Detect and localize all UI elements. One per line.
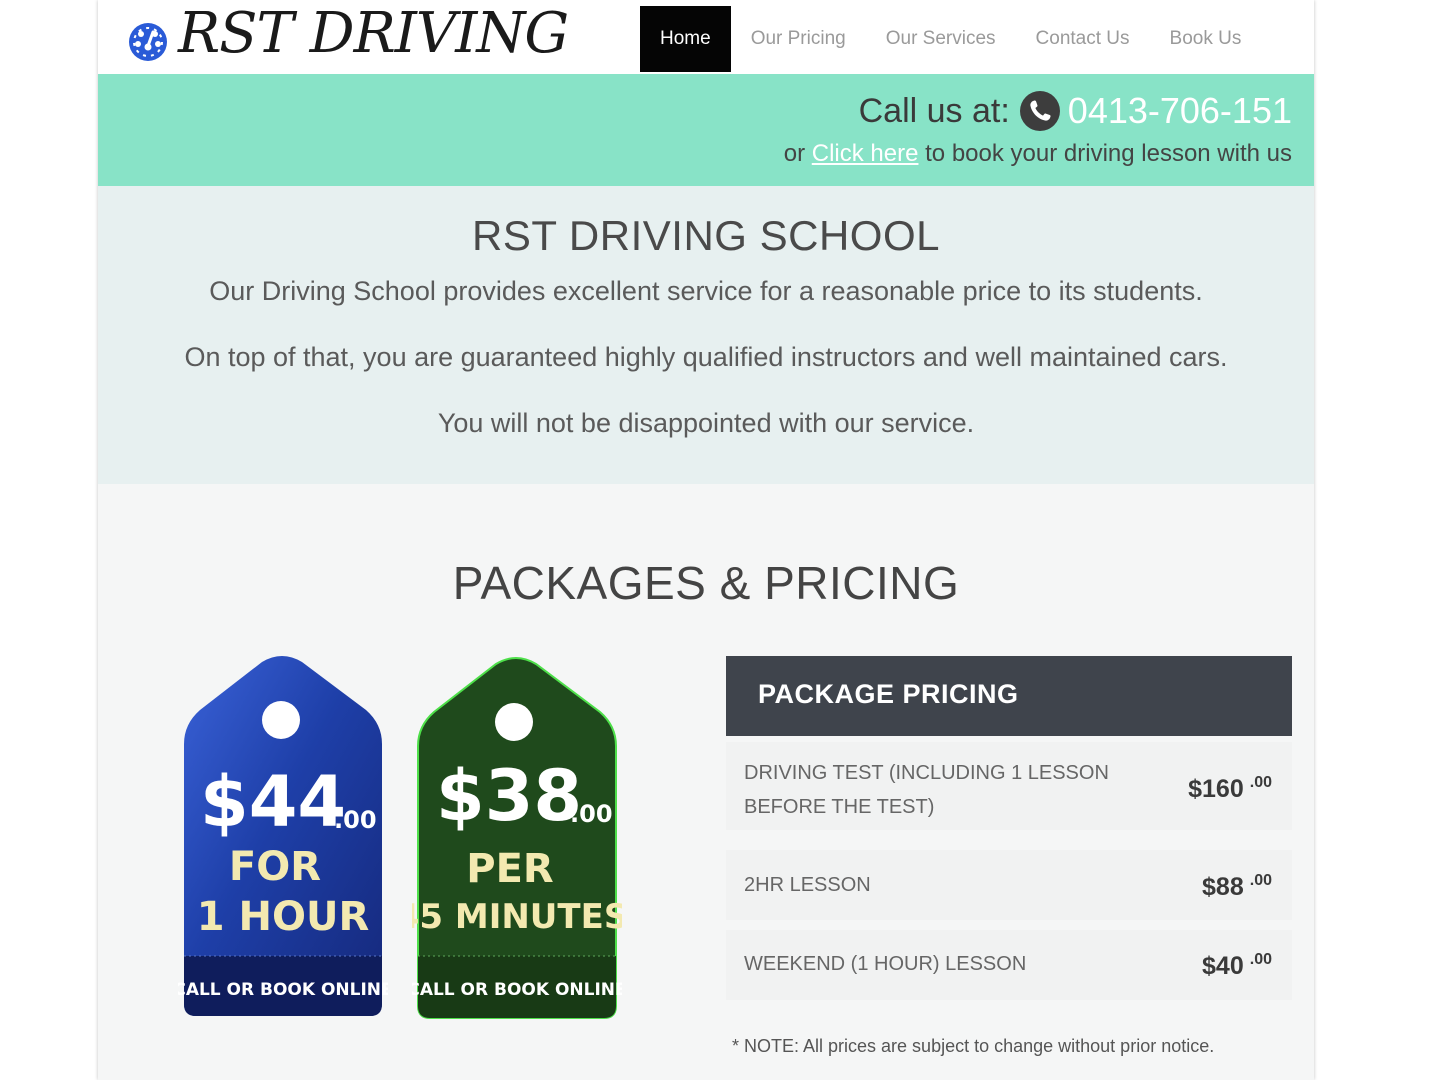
pricing-row: DRIVING TEST (INCLUDING 1 LESSON BEFORE … (726, 742, 1292, 830)
call-label: Call us at: (858, 91, 1010, 130)
page: RST DRIVING Home Our Pricing Our Service… (98, 0, 1314, 1080)
book-line: or Click here to book your driving lesso… (784, 140, 1292, 168)
pricing-row: WEEKEND (1 HOUR) LESSON $40.00 (726, 930, 1292, 1000)
intro-title: RST DRIVING SCHOOL (472, 212, 940, 259)
book-suffix: to book your driving lesson with us (925, 140, 1292, 167)
pricing-row-name: 2HR LESSON (744, 874, 871, 896)
intro-paragraph: Our Driving School provides excellent se… (209, 276, 1203, 306)
nav-contact-us[interactable]: Contact Us (1016, 6, 1150, 72)
tag-cents: .00 (570, 800, 613, 828)
phone-number[interactable]: 0413-706-151 (1068, 90, 1292, 132)
pricing-row: 2HR LESSON $88.00 (726, 850, 1292, 920)
tag-line2: 1 HOUR (197, 894, 370, 940)
tag-line1: PER (466, 846, 553, 892)
call-line: Call us at: 0413-706-151 (859, 90, 1292, 132)
pricing-note: * NOTE: All prices are subject to change… (732, 1036, 1215, 1056)
packages-title: PACKAGES & PRICING (452, 557, 960, 609)
book-prefix: or (783, 140, 806, 167)
nav-book-us[interactable]: Book Us (1150, 6, 1262, 72)
main-nav: Home Our Pricing Our Services Contact Us… (640, 6, 1261, 72)
site-header: RST DRIVING Home Our Pricing Our Service… (98, 0, 1314, 74)
logo-text: RST DRIVING (178, 1, 569, 66)
package-pricing-panel: PACKAGE PRICING DRIVING TEST (INCLUDING … (726, 656, 1292, 1000)
pricing-panel-header: PACKAGE PRICING (726, 656, 1292, 736)
tag-cta: CALL OR BOOK ONLINE (178, 980, 388, 1000)
tag-cta: CALL OR BOOK ONLINE (412, 980, 622, 1000)
pricing-row-price: $40.00 (1202, 951, 1272, 980)
speedometer-icon (129, 23, 167, 61)
book-link[interactable]: Click here (812, 140, 919, 167)
phone-icon (1019, 91, 1060, 131)
intro-paragraph: You will not be disappointed with our se… (437, 408, 975, 438)
nav-home[interactable]: Home (640, 6, 731, 72)
intro-section: RST DRIVING SCHOOL Our Driving School pr… (98, 186, 1314, 484)
tag-cents: .00 (334, 806, 377, 834)
pricing-row-name: DRIVING TEST (INCLUDING 1 LESSON BEFORE … (744, 762, 1109, 818)
price-tag-1-hour[interactable]: $44 .00 FOR 1 HOUR CALL OR BOOK ONLINE (178, 654, 388, 1020)
pricing-row-name: WEEKEND (1 HOUR) LESSON (744, 953, 1027, 975)
tag-price: $44 (200, 761, 346, 843)
nav-our-services[interactable]: Our Services (866, 6, 1016, 72)
pricing-row-price: $160.00 (1188, 774, 1272, 803)
price-tag-45-minutes[interactable]: $38 .00 PER 45 MINUTES CALL OR BOOK ONLI… (412, 656, 622, 1022)
intro-paragraph: On top of that, you are guaranteed highl… (184, 342, 1228, 372)
tag-line2: 45 MINUTES (412, 897, 622, 937)
tag-line1: FOR (229, 844, 321, 890)
pricing-row-price: $88.00 (1202, 872, 1272, 901)
logo[interactable]: RST DRIVING (126, 1, 569, 66)
call-bar: Call us at: 0413-706-151 or Click here t… (98, 74, 1314, 186)
nav-our-pricing[interactable]: Our Pricing (731, 6, 866, 72)
tag-price: $38 (436, 755, 582, 837)
